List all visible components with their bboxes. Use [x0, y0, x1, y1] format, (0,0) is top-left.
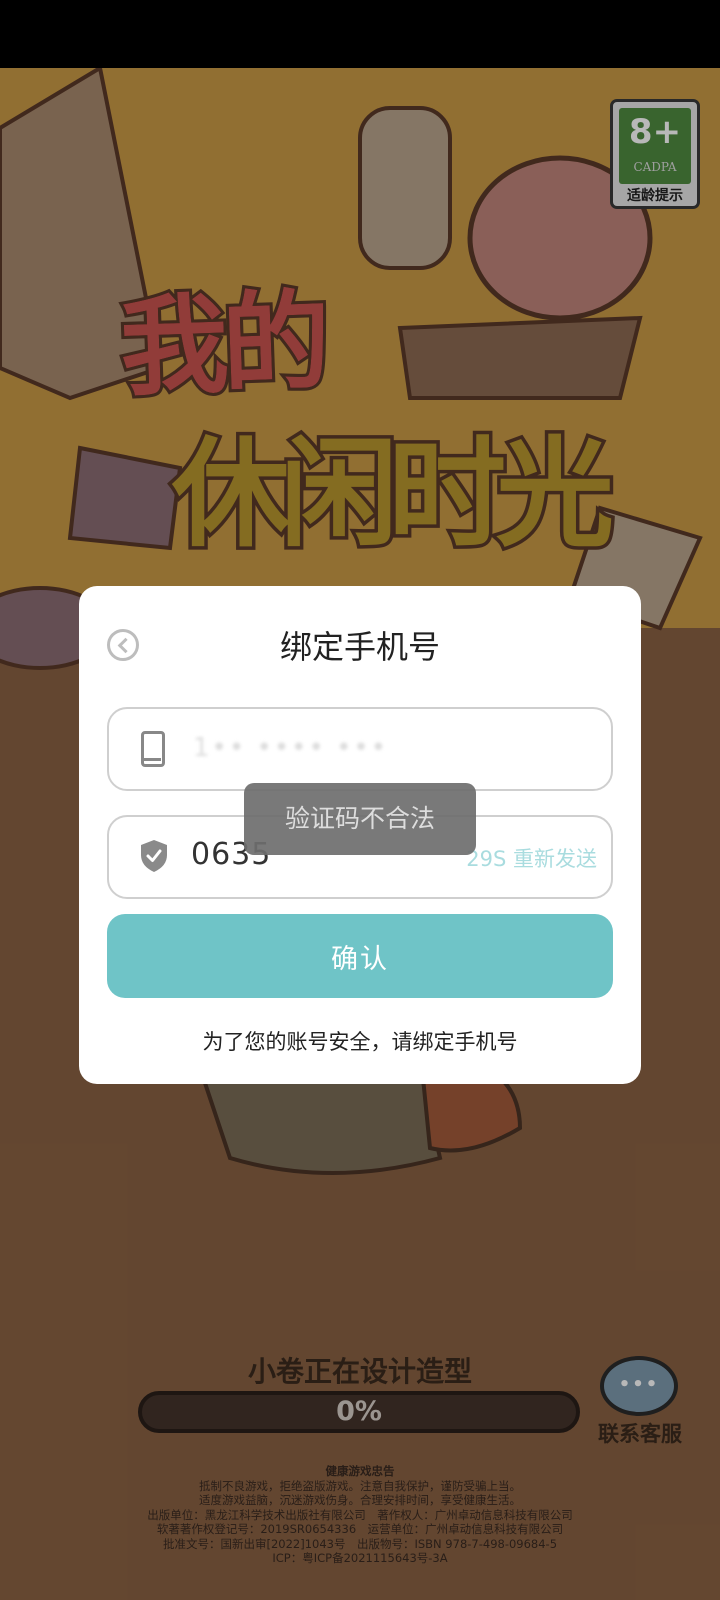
confirm-button[interactable]: 确认 — [107, 914, 613, 998]
shield-check-icon — [141, 840, 167, 872]
security-hint: 为了您的账号安全，请绑定手机号 — [202, 1030, 518, 1054]
phone-icon — [141, 731, 165, 767]
phone-number-value[interactable]: 1•• •••• ••• — [193, 733, 388, 763]
status-bar — [0, 0, 720, 68]
phone-number-field[interactable]: 1•• •••• ••• — [107, 707, 613, 791]
resend-code-button[interactable]: 29S 重新发送 — [466, 843, 597, 873]
error-toast: 验证码不合法 — [244, 783, 476, 855]
dialog-title: 绑定手机号 — [279, 628, 440, 666]
